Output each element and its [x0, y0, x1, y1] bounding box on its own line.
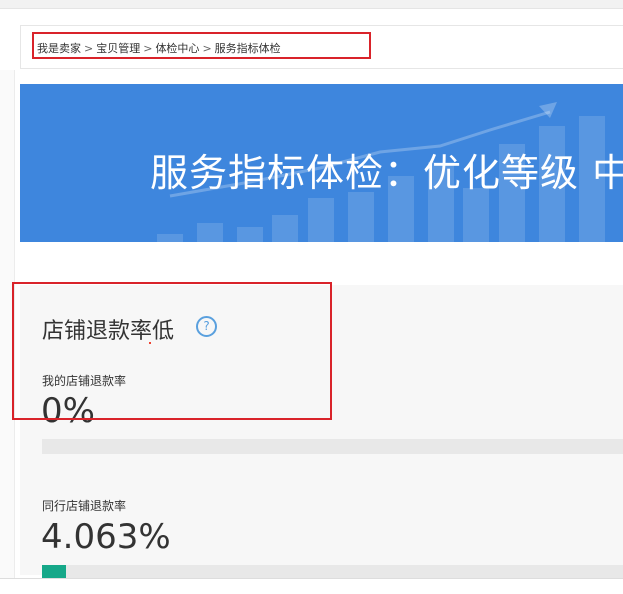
- question-circle-icon[interactable]: ?: [196, 316, 217, 337]
- breadcrumb-separator: >: [202, 42, 212, 55]
- metric-card: 店铺退款率低 ? 我的店铺退款率 0% 同行店铺退款率 4.063%: [20, 285, 623, 580]
- bottom-edge: [0, 578, 623, 594]
- my-refund-rate-value: 0%: [41, 391, 95, 431]
- peer-refund-rate-label: 同行店铺退款率: [42, 499, 127, 513]
- left-sidebar-edge: [0, 70, 15, 580]
- breadcrumb-separator: >: [143, 42, 153, 55]
- breadcrumb-bar: 我是卖家 > 宝贝管理 > 体检中心 > 服务指标体检: [20, 25, 623, 69]
- breadcrumb: 我是卖家 > 宝贝管理 > 体检中心 > 服务指标体检: [37, 40, 281, 56]
- metric-title: 店铺退款率低: [42, 319, 175, 344]
- my-refund-rate-label: 我的店铺退款率: [42, 374, 127, 388]
- my-refund-rate-bar: [42, 439, 623, 454]
- banner: 服务指标体检：优化等级 中: [20, 84, 623, 242]
- breadcrumb-separator: >: [84, 42, 94, 55]
- breadcrumb-item-checkup-center[interactable]: 体检中心: [155, 42, 199, 55]
- top-strip: [0, 0, 623, 9]
- breadcrumb-item-seller[interactable]: 我是卖家: [37, 42, 81, 55]
- breadcrumb-item-service-checkup: 服务指标体检: [214, 42, 281, 55]
- peer-refund-rate-value: 4.063%: [41, 517, 171, 557]
- breadcrumb-item-product-management[interactable]: 宝贝管理: [96, 42, 140, 55]
- cursor-dot: [149, 342, 151, 344]
- banner-title: 服务指标体检：优化等级 中: [150, 151, 623, 195]
